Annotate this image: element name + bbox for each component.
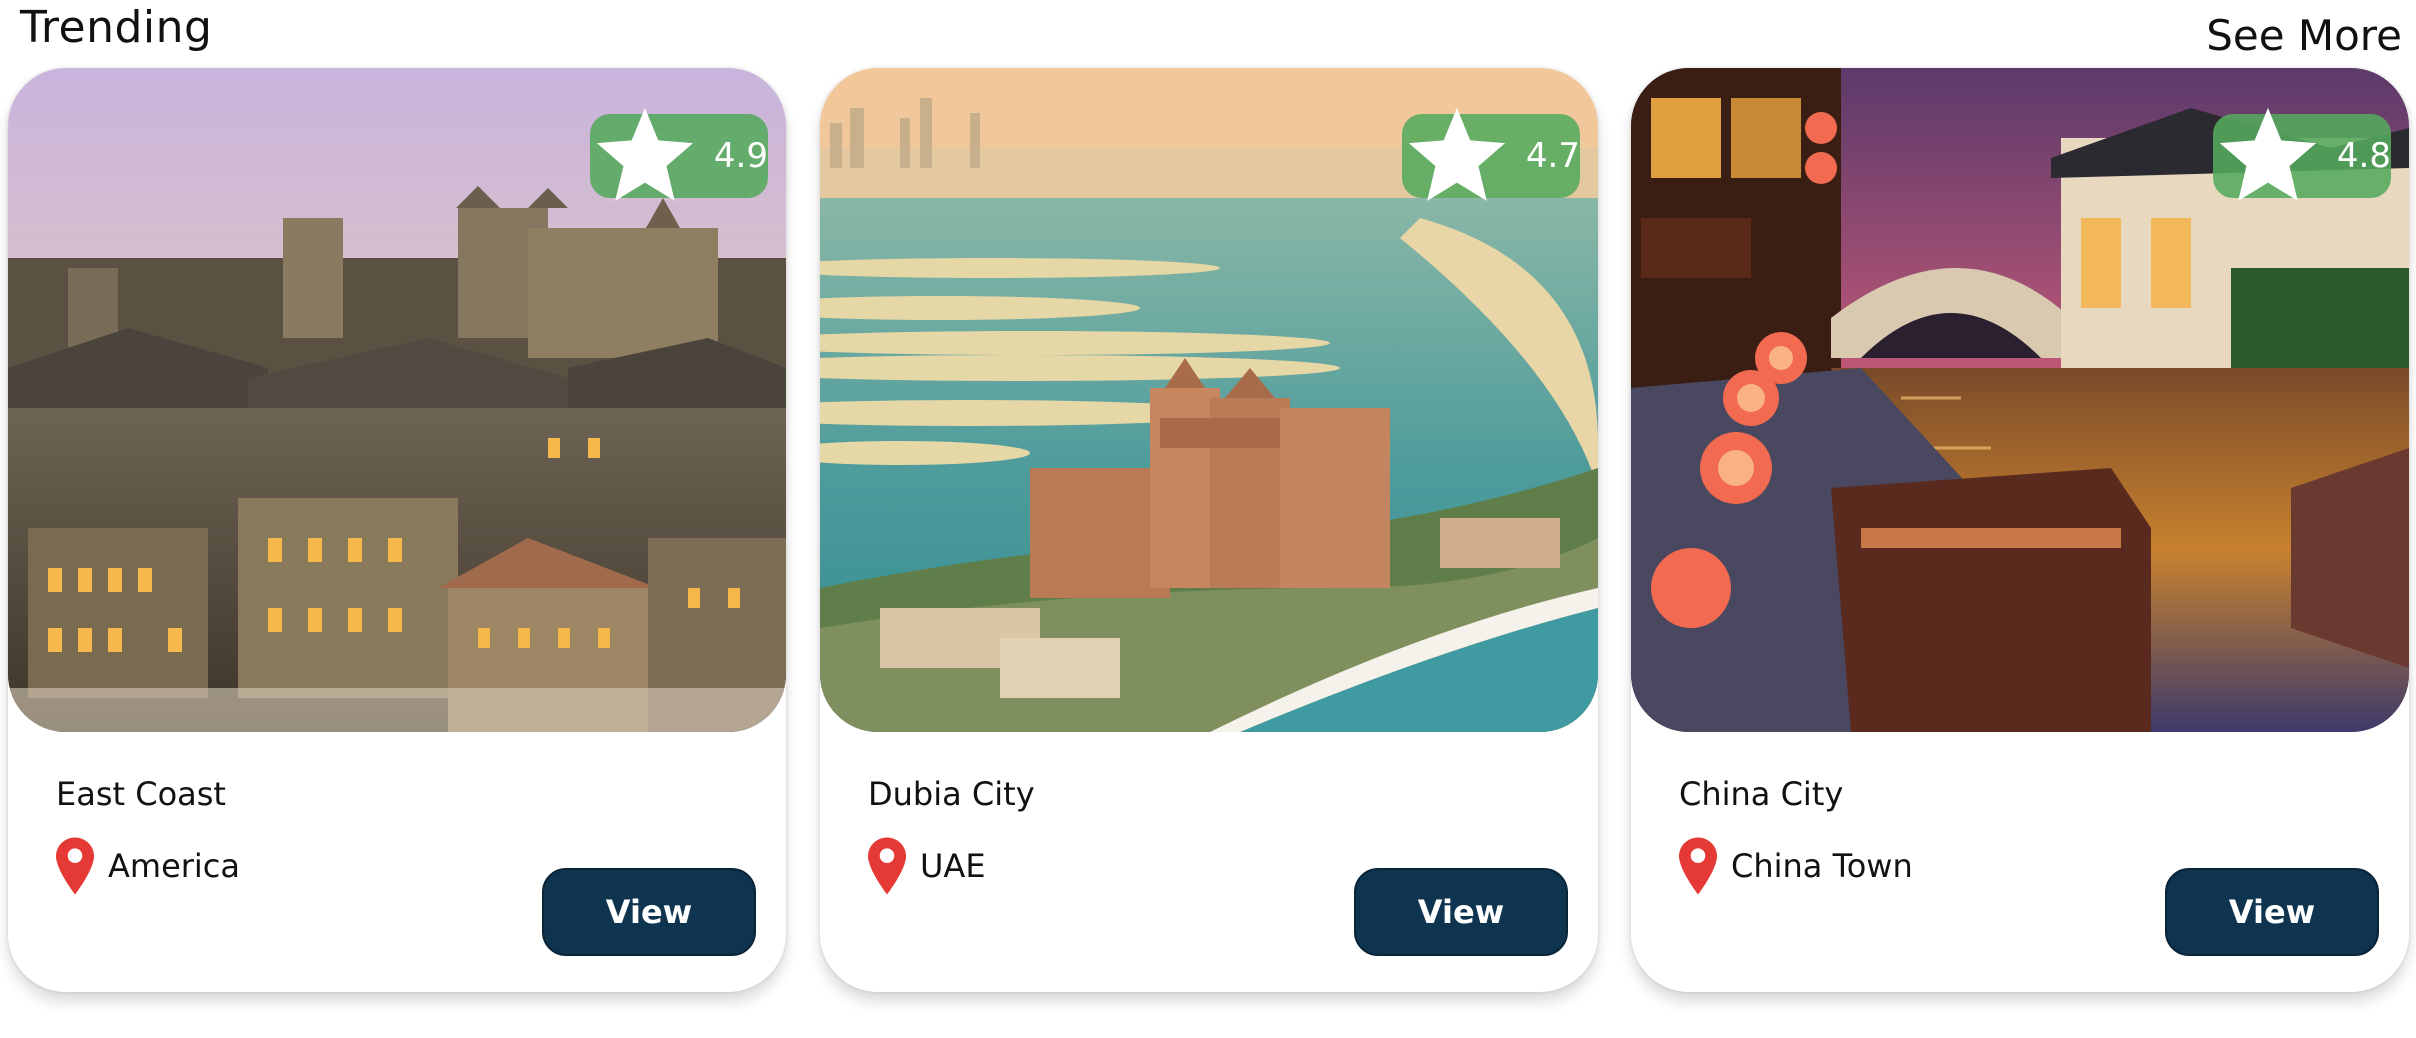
destination-card[interactable]: 4.7 Dubia City UAE View xyxy=(820,68,1598,992)
map-pin-icon xyxy=(56,837,94,895)
destination-image: 4.7 xyxy=(820,68,1598,732)
view-button[interactable]: View xyxy=(1354,868,1568,956)
star-icon xyxy=(2219,107,2317,201)
destination-card[interactable]: 4.8 China City China Town View xyxy=(1631,68,2409,992)
location-row: America xyxy=(56,836,240,896)
destination-image: 4.8 xyxy=(1631,68,2409,732)
map-pin-icon xyxy=(868,837,906,895)
rating-badge: 4.9 xyxy=(590,107,768,201)
destination-name: China City xyxy=(1679,775,1844,813)
star-icon xyxy=(1408,107,1506,201)
trending-section: Trending See More 4.9 East Coast America… xyxy=(0,0,2416,1038)
rating-value: 4.7 xyxy=(1525,136,1580,176)
view-button[interactable]: View xyxy=(2165,868,2379,956)
view-button[interactable]: View xyxy=(542,868,756,956)
rating-badge: 4.7 xyxy=(1402,107,1580,201)
location-row: China Town xyxy=(1679,836,1913,896)
see-more-link[interactable]: See More xyxy=(2206,8,2402,64)
location-label: America xyxy=(108,847,240,885)
star-icon xyxy=(596,107,694,201)
rating-value: 4.8 xyxy=(2336,136,2391,176)
location-label: UAE xyxy=(920,847,986,885)
destination-card[interactable]: 4.9 East Coast America View xyxy=(8,68,786,992)
destination-name: Dubia City xyxy=(868,775,1035,813)
section-title: Trending xyxy=(20,2,213,53)
rating-badge: 4.8 xyxy=(2213,107,2391,201)
destination-image: 4.9 xyxy=(8,68,786,732)
rating-value: 4.9 xyxy=(713,136,768,176)
location-row: UAE xyxy=(868,836,986,896)
destination-name: East Coast xyxy=(56,775,226,813)
map-pin-icon xyxy=(1679,837,1717,895)
location-label: China Town xyxy=(1731,847,1913,885)
